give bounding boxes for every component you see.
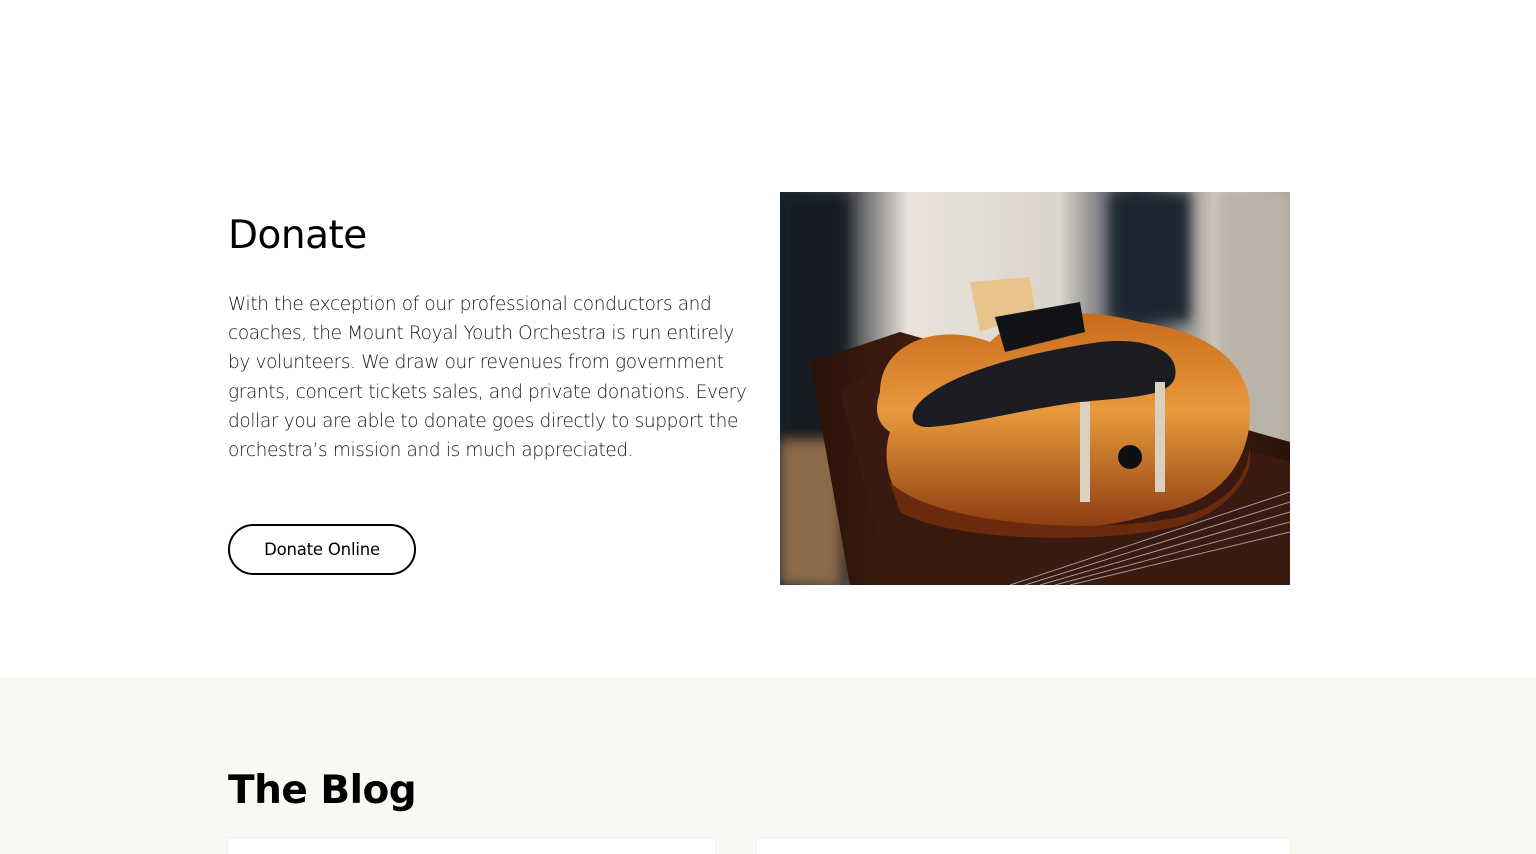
violin-photo [780, 192, 1290, 585]
donate-section: Donate With the exception of our profess… [0, 0, 1536, 677]
violin-image-illustration [780, 192, 1290, 585]
blog-card[interactable] [757, 839, 1290, 854]
donate-description: With the exception of our professional c… [228, 294, 747, 462]
blog-heading: The Blog [228, 768, 417, 813]
donate-online-button[interactable]: Donate Online [228, 524, 416, 575]
blog-section: The Blog [0, 677, 1536, 854]
donate-text-block: Donate With the exception of our profess… [228, 210, 748, 465]
blog-card[interactable] [228, 839, 715, 854]
donate-heading: Donate [228, 213, 367, 258]
